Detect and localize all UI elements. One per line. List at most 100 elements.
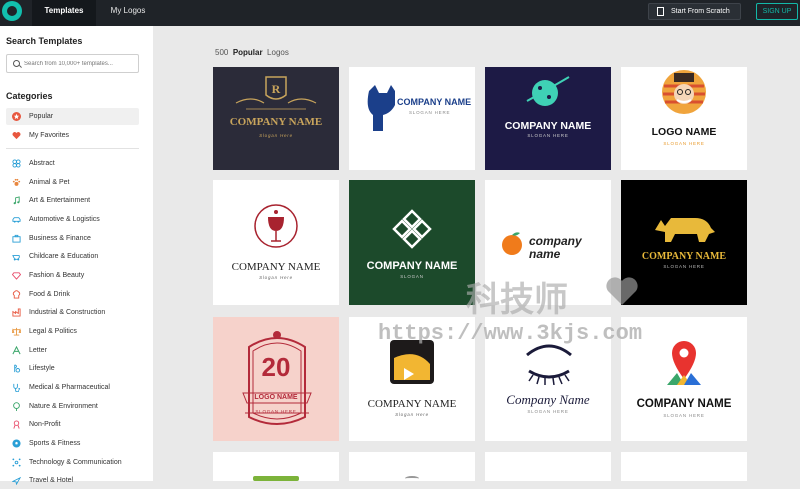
sidebar-item-industrial-construction[interactable]: Industrial & Construction	[6, 304, 139, 321]
search-templates-heading: Search Templates	[6, 36, 83, 46]
template-card[interactable]	[349, 452, 475, 481]
sidebar-item-childcare-education[interactable]: Childcare & Education	[6, 248, 139, 265]
map-pin-logo-icon	[667, 341, 701, 385]
template-card[interactable]	[621, 452, 747, 481]
sidebar-item-popular[interactable]: Popular	[6, 108, 139, 125]
sidebar-item-abstract[interactable]: Abstract	[6, 155, 139, 172]
card-logo-name: LOGO NAME	[254, 394, 298, 401]
card-company-name: COMPANY NAME	[231, 261, 321, 273]
ribbon-icon	[13, 420, 20, 429]
music-note-icon	[13, 196, 20, 205]
sidebar-item-my-favorites[interactable]: My Favorites	[6, 127, 139, 144]
results-popular: Popular	[232, 48, 263, 57]
sidebar-item-label: Animal & Pet	[29, 179, 70, 186]
card-slogan: SLOGAN HERE	[255, 409, 297, 414]
paw-icon	[12, 178, 21, 186]
search-input[interactable]	[24, 58, 136, 70]
tab-my-logos[interactable]: My Logos	[104, 0, 152, 26]
sidebar-item-medical-pharmaceutical[interactable]: Medical & Pharmaceutical	[6, 379, 139, 396]
card-company-name: company	[529, 234, 582, 248]
card-slogan: Slogan Here	[395, 412, 429, 417]
sidebar-item-fashion-beauty[interactable]: Fashion & Beauty	[6, 267, 139, 284]
sidebar-item-label: My Favorites	[29, 132, 70, 139]
start-from-scratch-button[interactable]: Start From Scratch	[648, 3, 741, 20]
orange-fruit-logo-icon	[502, 232, 522, 255]
template-card[interactable]: LOGO NAME SLOGAN HERE	[621, 67, 747, 170]
sidebar-item-legal-politics[interactable]: Legal & Politics	[6, 323, 139, 340]
card-slogan: SLOGAN HERE	[663, 141, 705, 146]
sidebar-item-nature-environment[interactable]: Nature & Environment	[6, 398, 139, 415]
sidebar: Search Templates Categories Popular My F…	[0, 26, 153, 485]
sidebar-item-lifestyle[interactable]: Lifestyle	[6, 360, 139, 377]
stroller-icon	[12, 255, 20, 261]
template-card[interactable]	[485, 452, 611, 481]
template-card[interactable]: 20 LOGO NAME SLOGAN HERE	[213, 317, 339, 441]
document-icon	[657, 7, 664, 16]
categories-heading: Categories	[6, 91, 53, 101]
wine-glass-logo-icon	[254, 204, 298, 248]
top-bar: Templates My Logos Start From Scratch SI…	[0, 0, 800, 26]
card-badge-number: 20	[261, 352, 291, 382]
template-card[interactable]: R COMPANY NAME Slogan Here	[213, 67, 339, 170]
template-card[interactable]	[213, 452, 339, 481]
sidebar-item-label: Legal & Politics	[29, 328, 77, 335]
results-count: 500	[215, 48, 229, 57]
diamond-icon	[12, 272, 21, 280]
sidebar-item-business-finance[interactable]: Business & Finance	[6, 230, 139, 247]
network-icon	[12, 458, 21, 467]
sidebar-item-label: Fashion & Beauty	[29, 272, 85, 279]
sidebar-item-food-drink[interactable]: Food & Drink	[6, 286, 139, 303]
template-card[interactable]: COMPANY NAME SLOGAN	[349, 180, 475, 305]
template-card[interactable]: COMPANY NAME SLOGAN HERE	[349, 67, 475, 170]
results-heading: 500 Popular Logos	[215, 48, 289, 57]
sidebar-item-label: Technology & Communication	[29, 459, 122, 466]
sidebar-item-animal-pet[interactable]: Animal & Pet	[6, 174, 139, 191]
chef-hat-icon	[12, 290, 21, 299]
card-company-name: Company Name	[506, 392, 590, 407]
abstract-icon	[12, 159, 21, 168]
start-from-scratch-label: Start From Scratch	[671, 8, 730, 15]
sidebar-item-label: Food & Drink	[29, 291, 70, 298]
car-icon	[12, 217, 21, 223]
app-logo-icon[interactable]	[2, 1, 22, 21]
sidebar-item-non-profit[interactable]: Non-Profit	[6, 416, 139, 433]
soccer-ball-icon	[12, 439, 21, 448]
knot-logo-icon	[392, 209, 432, 249]
card-slogan: SLOGAN HERE	[527, 133, 569, 138]
heart-icon	[12, 132, 21, 140]
planet-logo-icon	[526, 76, 570, 106]
crest-logo-icon: R	[235, 76, 317, 110]
search-icon	[13, 60, 20, 67]
sidebar-item-label: Non-Profit	[29, 421, 61, 428]
abstract-square-logo-icon	[390, 340, 434, 384]
rhino-logo-icon	[655, 218, 715, 242]
sidebar-item-label: Business & Finance	[29, 235, 91, 242]
card-slogan: SLOGAN HERE	[527, 409, 569, 414]
sidebar-item-label: Industrial & Construction	[29, 309, 106, 316]
svg-text:R: R	[272, 82, 281, 96]
card-slogan: Slogan Here	[259, 133, 293, 138]
briefcase-icon	[12, 234, 21, 243]
sidebar-item-letter[interactable]: Letter	[6, 342, 139, 359]
template-card[interactable]: COMPANY NAME SLOGAN HERE	[485, 67, 611, 170]
sidebar-item-sports-fitness[interactable]: Sports & Fitness	[6, 435, 139, 452]
template-card[interactable]: COMPANY NAME Slogan Here	[213, 180, 339, 305]
sidebar-item-label: Sports & Fitness	[29, 440, 81, 447]
sign-up-button[interactable]: SIGN UP	[756, 3, 798, 20]
sidebar-item-technology-communication[interactable]: Technology & Communication	[6, 454, 139, 471]
sidebar-item-art-entertainment[interactable]: Art & Entertainment	[6, 192, 139, 209]
cat-dog-logo-icon	[367, 85, 395, 131]
logo-fragment-icon	[405, 476, 419, 481]
sidebar-item-label: Abstract	[29, 160, 55, 167]
sidebar-item-automotive-logistics[interactable]: Automotive & Logistics	[6, 211, 139, 228]
lifestyle-icon	[14, 364, 21, 373]
search-box[interactable]	[6, 54, 139, 73]
results-logos: Logos	[267, 48, 289, 57]
tab-templates[interactable]: Templates	[32, 0, 96, 26]
sidebar-item-label: Nature & Environment	[29, 403, 98, 410]
letter-icon	[12, 346, 21, 355]
sidebar-item-label: Lifestyle	[29, 365, 55, 372]
sidebar-item-label: Medical & Pharmaceutical	[29, 384, 110, 391]
watermark-heart-icon	[606, 277, 638, 305]
stethoscope-icon	[13, 383, 21, 392]
